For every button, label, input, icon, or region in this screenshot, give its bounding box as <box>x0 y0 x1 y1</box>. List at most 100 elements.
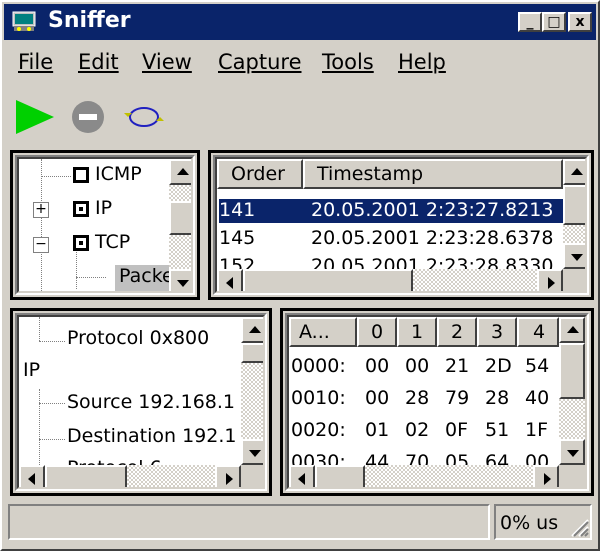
checkbox-icon <box>73 235 89 251</box>
tree-node-packet[interactable]: Packe <box>115 265 175 291</box>
menu-file[interactable]: File <box>18 50 53 74</box>
start-capture-button[interactable] <box>12 98 58 136</box>
tree-node[interactable]: Source 192.168.1 <box>67 391 239 417</box>
tree-node[interactable]: IP <box>23 359 223 385</box>
menu-view[interactable]: View <box>142 50 192 74</box>
hex-row[interactable]: 0000: 00 00 21 2D 54 <box>289 355 559 381</box>
menu-edit[interactable]: Edit <box>78 50 119 74</box>
hex-byte: 21 <box>445 355 470 377</box>
scroll-thumb[interactable] <box>169 201 191 235</box>
column-header-label: 3 <box>491 321 504 343</box>
scroll-down-button[interactable] <box>563 243 585 269</box>
scroll-right-button[interactable] <box>215 465 241 487</box>
column-header-byte-3[interactable]: 3 <box>477 317 517 347</box>
minimize-button[interactable]: _ <box>518 12 542 32</box>
vertical-scrollbar[interactable] <box>559 317 585 465</box>
refresh-button[interactable] <box>122 98 166 136</box>
hex-row[interactable]: 0030: 44 70 05 64 00 <box>289 451 559 465</box>
status-bar: 0% us <box>8 502 594 544</box>
scroll-corner <box>559 465 585 487</box>
tree-line <box>41 159 42 291</box>
tree-line <box>39 341 65 342</box>
scroll-thumb[interactable] <box>243 269 413 291</box>
hex-byte: 00 <box>405 355 430 377</box>
up-arrow-icon <box>567 326 579 333</box>
scroll-left-button[interactable] <box>289 465 315 487</box>
column-header-byte-4[interactable]: 4 <box>517 317 559 347</box>
cell-order: 145 <box>219 227 256 249</box>
scroll-thumb[interactable] <box>563 185 585 225</box>
tree-node-label: Protocol 6 <box>67 457 162 465</box>
tree-node-label: Packe <box>119 265 174 287</box>
menu-help[interactable]: Help <box>398 50 446 74</box>
scroll-up-button[interactable] <box>241 317 263 343</box>
tree-node[interactable]: Destination 192.1 <box>67 425 239 451</box>
table-row[interactable]: 152 20.05.2001 2:23:28.8330 <box>219 255 563 269</box>
resize-grip-icon[interactable] <box>568 516 590 538</box>
menu-capture-label: Capture <box>218 50 302 74</box>
menu-view-label: View <box>142 50 192 74</box>
column-header-byte-1[interactable]: 1 <box>397 317 437 347</box>
menu-file-label: File <box>18 50 54 74</box>
scroll-down-button[interactable] <box>169 269 191 291</box>
packet-list-pane: Order Timestamp 141 20.05.2001 2:23:27.8… <box>208 150 594 300</box>
scroll-up-button[interactable] <box>563 159 585 185</box>
left-arrow-icon <box>298 473 305 485</box>
maximize-button[interactable]: □ <box>542 12 566 32</box>
left-arrow-icon <box>28 473 35 485</box>
tree-node[interactable]: Protocol 6 <box>67 457 239 465</box>
stop-capture-button[interactable] <box>68 98 108 136</box>
vertical-scrollbar[interactable] <box>241 317 263 465</box>
expand-icon[interactable]: + <box>33 202 49 218</box>
packet-list: Order Timestamp 141 20.05.2001 2:23:27.8… <box>215 157 587 293</box>
scroll-thumb[interactable] <box>315 465 365 487</box>
scroll-left-button[interactable] <box>217 269 243 291</box>
menu-tools[interactable]: Tools <box>322 50 374 74</box>
hex-byte: 51 <box>485 419 510 441</box>
horizontal-scrollbar[interactable] <box>217 269 563 291</box>
protocol-tree-pane: ICMP + IP − TCP Packe <box>10 150 200 300</box>
column-header-timestamp[interactable]: Timestamp <box>303 159 563 189</box>
menu-capture[interactable]: Capture <box>218 50 302 74</box>
collapse-icon[interactable]: − <box>33 237 49 253</box>
scroll-thumb[interactable] <box>559 343 585 399</box>
scroll-up-button[interactable] <box>169 159 191 185</box>
column-header-order[interactable]: Order <box>217 159 303 189</box>
column-header-label: 4 <box>533 321 546 343</box>
right-arrow-icon <box>226 473 233 485</box>
close-button[interactable]: x <box>568 12 592 32</box>
hex-byte: 05 <box>445 451 470 465</box>
horizontal-scrollbar[interactable] <box>289 465 559 487</box>
column-header-label: Order <box>231 163 285 185</box>
hex-row[interactable]: 0020: 01 02 0F 51 1F <box>289 419 559 445</box>
column-header-address[interactable]: A... <box>289 317 357 347</box>
scroll-right-button[interactable] <box>533 465 559 487</box>
scroll-thumb[interactable] <box>45 465 127 487</box>
status-usage: 0% us <box>494 504 592 540</box>
title-bar[interactable]: Sniffer _ □ x <box>4 4 596 40</box>
scroll-down-button[interactable] <box>559 439 585 465</box>
table-row[interactable]: 141 20.05.2001 2:23:27.8213 <box>218 198 564 224</box>
tree-node[interactable]: Protocol 0x800 <box>67 327 237 353</box>
vertical-scrollbar[interactable] <box>563 159 585 269</box>
scroll-up-button[interactable] <box>559 317 585 343</box>
horizontal-scrollbar[interactable] <box>19 465 241 487</box>
sniffer-window: Sniffer _ □ x File Edit View Capture Too… <box>0 0 600 551</box>
table-row[interactable]: 145 20.05.2001 2:23:28.6378 <box>219 227 563 251</box>
hex-view: A... 0 1 2 3 4 0000: 00 00 21 2D 54 0010… <box>287 315 587 489</box>
column-header-label: Timestamp <box>317 163 424 185</box>
scroll-thumb[interactable] <box>241 343 263 363</box>
hex-row[interactable]: 0010: 00 28 79 28 40 <box>289 387 559 413</box>
tree-line <box>39 439 65 440</box>
scroll-down-button[interactable] <box>241 439 263 465</box>
column-header-byte-0[interactable]: 0 <box>357 317 397 347</box>
vertical-scrollbar[interactable] <box>169 159 191 291</box>
hex-byte: 44 <box>365 451 390 465</box>
scroll-left-button[interactable] <box>19 465 45 487</box>
maximize-icon: □ <box>547 14 561 30</box>
hex-view-frame: A... 0 1 2 3 4 0000: 00 00 21 2D 54 0010… <box>285 313 589 491</box>
hex-byte: 79 <box>445 387 470 409</box>
scroll-right-button[interactable] <box>537 269 563 291</box>
column-header-byte-2[interactable]: 2 <box>437 317 477 347</box>
tree-node-label: TCP <box>95 231 131 253</box>
